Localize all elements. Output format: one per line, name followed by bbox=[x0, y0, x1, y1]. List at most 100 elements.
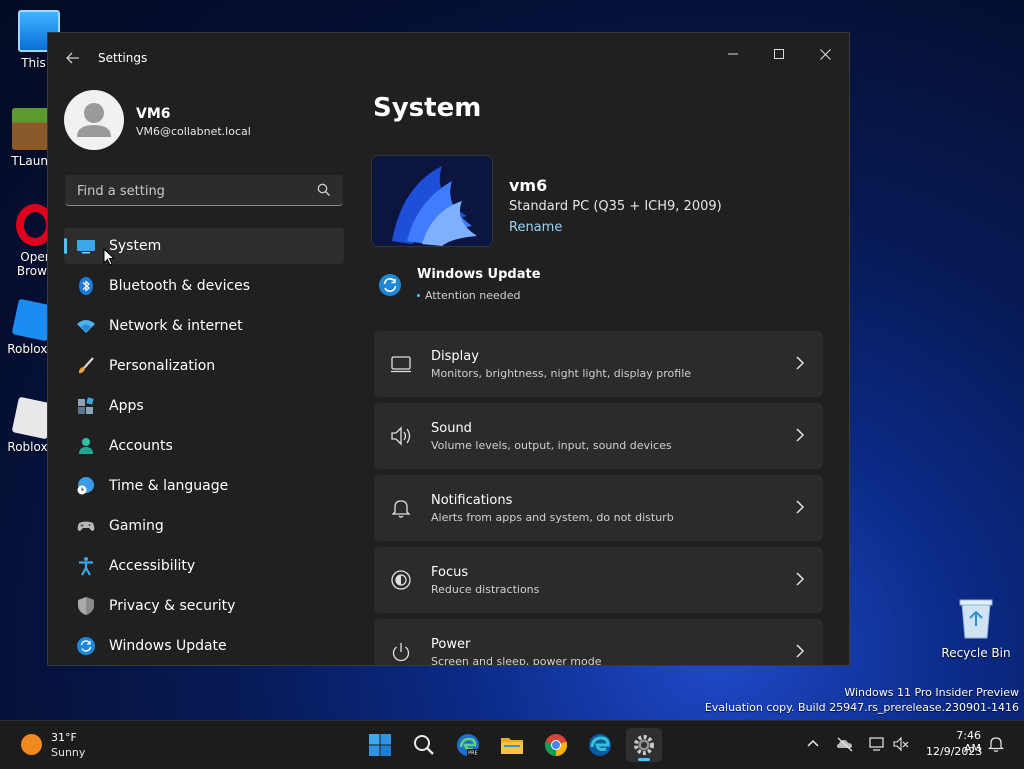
search-box[interactable] bbox=[65, 175, 343, 206]
recycle-bin-label: Recycle Bin bbox=[941, 646, 1011, 660]
card-title: Notifications bbox=[431, 493, 513, 508]
windows-update-title[interactable]: Windows Update bbox=[417, 267, 541, 282]
nav-item-privacy-security[interactable]: Privacy & security bbox=[64, 588, 344, 624]
back-arrow-icon bbox=[66, 52, 79, 64]
search-input[interactable] bbox=[75, 181, 309, 201]
onedrive-icon[interactable] bbox=[836, 735, 854, 753]
edge-beta-icon: PRE bbox=[457, 734, 479, 757]
nav-label: Windows Update bbox=[109, 638, 227, 654]
watermark-line-1: Windows 11 Pro Insider Preview bbox=[844, 686, 1019, 699]
person-icon bbox=[77, 103, 111, 137]
taskbar-search-button[interactable] bbox=[406, 728, 442, 762]
weather-temp: 31°F bbox=[51, 731, 77, 744]
taskbar-edge-beta[interactable]: PRE bbox=[450, 728, 486, 762]
card-subtitle: Monitors, brightness, night light, displ… bbox=[431, 367, 692, 380]
globe-clock-icon bbox=[77, 477, 94, 495]
user-email: VM6@collabnet.local bbox=[136, 125, 251, 138]
apps-icon bbox=[78, 397, 94, 414]
nav-label: Time & language bbox=[109, 478, 229, 494]
nav-item-bluetooth[interactable]: Bluetooth & devices bbox=[64, 268, 344, 304]
window-title: Settings bbox=[98, 51, 148, 65]
taskbar-file-explorer[interactable] bbox=[494, 728, 530, 762]
recycle-bin-icon bbox=[959, 599, 993, 639]
back-button[interactable] bbox=[62, 49, 84, 69]
gamepad-icon bbox=[77, 521, 95, 531]
nav-item-accounts[interactable]: Accounts bbox=[64, 428, 344, 464]
mouse-cursor-icon bbox=[103, 248, 115, 266]
card-subtitle: Volume levels, output, input, sound devi… bbox=[431, 439, 672, 452]
search-icon[interactable] bbox=[317, 183, 331, 197]
chevron-right-icon bbox=[796, 572, 805, 586]
card-subtitle: Screen and sleep, power mode bbox=[431, 655, 602, 666]
card-display[interactable]: Display Monitors, brightness, night ligh… bbox=[374, 331, 823, 397]
nav-label: Accessibility bbox=[109, 558, 196, 574]
edge-icon bbox=[589, 734, 611, 756]
display-icon bbox=[391, 356, 411, 373]
chevron-right-icon bbox=[796, 356, 805, 370]
card-notifications[interactable]: Notifications Alerts from apps and syste… bbox=[374, 475, 823, 541]
bell-icon bbox=[391, 500, 411, 518]
taskbar-chrome[interactable] bbox=[538, 728, 574, 762]
card-title: Focus bbox=[431, 565, 469, 580]
update-icon bbox=[77, 637, 95, 655]
wifi-icon bbox=[77, 320, 95, 333]
power-icon bbox=[392, 643, 410, 662]
wallpaper-bloom-icon bbox=[372, 156, 492, 246]
status-dot-icon bbox=[417, 293, 420, 297]
nav-label: Apps bbox=[109, 398, 144, 414]
chevron-right-icon bbox=[796, 500, 805, 514]
card-power[interactable]: Power Screen and sleep, power mode bbox=[374, 619, 823, 666]
card-subtitle: Alerts from apps and system, do not dist… bbox=[431, 511, 674, 524]
sun-icon bbox=[21, 734, 42, 755]
device-wallpaper-thumbnail[interactable] bbox=[372, 156, 492, 246]
title-bar[interactable]: Settings bbox=[48, 33, 849, 83]
brush-icon bbox=[79, 357, 94, 374]
active-indicator bbox=[638, 758, 650, 761]
nav-item-apps[interactable]: Apps bbox=[64, 388, 344, 424]
chevron-right-icon bbox=[796, 428, 805, 442]
network-icon[interactable] bbox=[868, 735, 886, 753]
shield-icon bbox=[78, 597, 94, 615]
card-focus[interactable]: Focus Reduce distractions bbox=[374, 547, 823, 613]
bluetooth-icon bbox=[79, 277, 93, 295]
card-title: Sound bbox=[431, 421, 472, 436]
start-button[interactable] bbox=[362, 728, 398, 762]
evaluation-watermark: Windows 11 Pro Insider Preview Evaluatio… bbox=[705, 685, 1019, 715]
minimize-icon bbox=[728, 53, 738, 55]
nav-item-gaming[interactable]: Gaming bbox=[64, 508, 344, 544]
close-button[interactable] bbox=[802, 39, 848, 69]
svg-text:PRE: PRE bbox=[468, 751, 478, 757]
nav-item-network[interactable]: Network & internet bbox=[64, 308, 344, 344]
nav-item-personalization[interactable]: Personalization bbox=[64, 348, 344, 384]
card-subtitle: Reduce distractions bbox=[431, 583, 540, 596]
nav-label: Gaming bbox=[109, 518, 164, 534]
avatar[interactable] bbox=[64, 90, 124, 150]
status-text: Attention needed bbox=[425, 289, 521, 302]
search-icon bbox=[414, 735, 434, 755]
update-icon[interactable] bbox=[378, 273, 402, 297]
nav-item-time-language[interactable]: Time & language bbox=[64, 468, 344, 504]
device-name: vm6 bbox=[509, 176, 548, 195]
nav-label: Network & internet bbox=[109, 318, 243, 334]
settings-window: Settings VM6 VM6@collabnet.local System bbox=[47, 32, 850, 666]
minimize-button[interactable] bbox=[710, 39, 756, 69]
focus-icon bbox=[391, 570, 411, 590]
chevron-up-icon[interactable] bbox=[804, 735, 822, 753]
nav-item-windows-update[interactable]: Windows Update bbox=[64, 628, 344, 664]
windows-update-status: Attention needed bbox=[417, 289, 521, 302]
card-sound[interactable]: Sound Volume levels, output, input, soun… bbox=[374, 403, 823, 469]
taskbar-edge[interactable] bbox=[582, 728, 618, 762]
volume-muted-icon[interactable] bbox=[892, 735, 910, 753]
user-name: VM6 bbox=[136, 106, 171, 122]
taskbar-settings[interactable] bbox=[626, 728, 662, 762]
clock-date[interactable]: 12/9/2023 bbox=[926, 745, 982, 758]
maximize-button[interactable] bbox=[756, 39, 802, 69]
nav-item-accessibility[interactable]: Accessibility bbox=[64, 548, 344, 584]
rename-link[interactable]: Rename bbox=[509, 220, 562, 235]
nav-label: Bluetooth & devices bbox=[109, 278, 251, 294]
notification-bell-icon[interactable] bbox=[987, 735, 1005, 753]
desktop-icon-recycle-bin[interactable]: Recycle Bin bbox=[940, 596, 1012, 660]
folder-icon bbox=[501, 738, 523, 754]
device-model: Standard PC (Q35 + ICH9, 2009) bbox=[509, 199, 722, 214]
card-title: Display bbox=[431, 349, 479, 364]
